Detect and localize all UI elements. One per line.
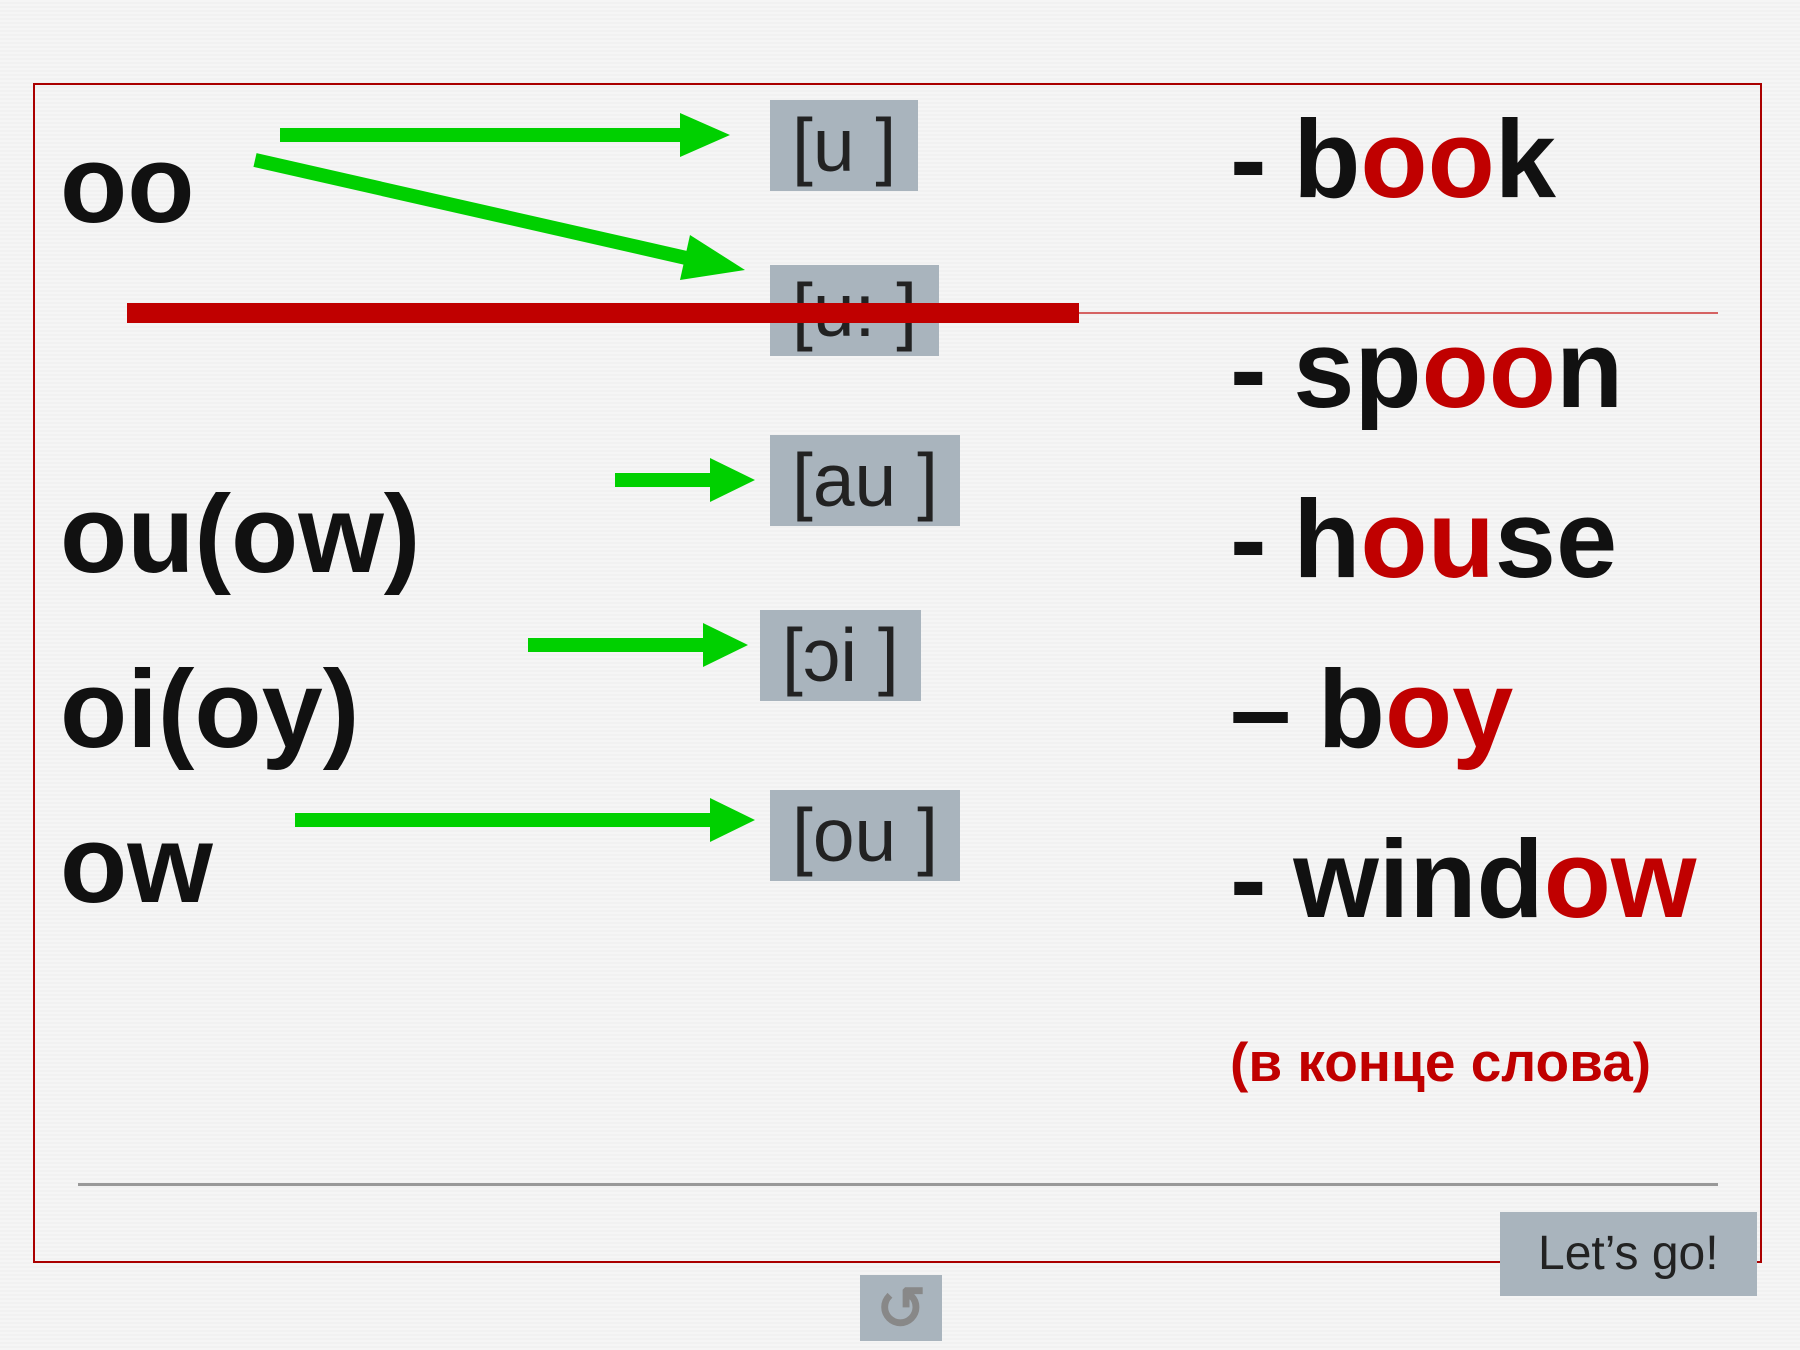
red-thin-line (133, 312, 1718, 314)
word-pre: sp (1293, 308, 1421, 431)
phonetic-box-u-short: [u ] (770, 100, 918, 191)
grey-separator (78, 1183, 1718, 1186)
word-pre: b (1318, 648, 1385, 771)
example-window: - window (1230, 825, 1696, 935)
dash: - (1230, 308, 1293, 431)
letters-oo: oo (60, 130, 194, 240)
phonetic-box-au: [au ] (770, 435, 960, 526)
arrow-icon-oo-to-ulong (255, 150, 745, 290)
word-post: se (1495, 478, 1617, 601)
slide-canvas: oo [u ] [u: ] - book - spoon ou(ow) [au … (0, 0, 1800, 1350)
word-highlight: oy (1385, 648, 1513, 771)
word-post: k (1495, 98, 1556, 221)
note-text: (в конце слова) (1230, 1030, 1651, 1094)
dash: - (1230, 478, 1293, 601)
letters-oi-oy: oi(oy) (60, 655, 359, 765)
word-post: n (1556, 308, 1623, 431)
dash: - (1230, 98, 1293, 221)
arrow-icon-oi-to-oi (528, 615, 748, 675)
word-highlight: ou (1360, 478, 1494, 601)
letters-ou-ow: ou(ow) (60, 480, 420, 590)
example-book: - book (1230, 105, 1556, 215)
example-boy: – boy (1230, 655, 1513, 765)
example-spoon: - spoon (1230, 315, 1623, 425)
word-pre: h (1293, 478, 1360, 601)
word-highlight: oo (1422, 308, 1556, 431)
word-highlight: ow (1544, 818, 1697, 941)
example-house: - house (1230, 485, 1617, 595)
lets-go-button[interactable]: Let’s go! (1500, 1212, 1757, 1296)
return-icon[interactable]: ↺ (860, 1275, 942, 1341)
phonetic-box-oi: [ɔi ] (760, 610, 921, 701)
word-highlight: oo (1360, 98, 1494, 221)
arrow-icon-ow-to-ou (295, 790, 755, 850)
arrow-icon-ou-to-au (615, 450, 755, 510)
letters-ow: ow (60, 810, 213, 920)
dash: - (1230, 818, 1293, 941)
word-pre: wind (1293, 818, 1544, 941)
dash: – (1230, 648, 1318, 771)
phonetic-box-ou: [ou ] (770, 790, 960, 881)
word-pre: b (1293, 98, 1360, 221)
